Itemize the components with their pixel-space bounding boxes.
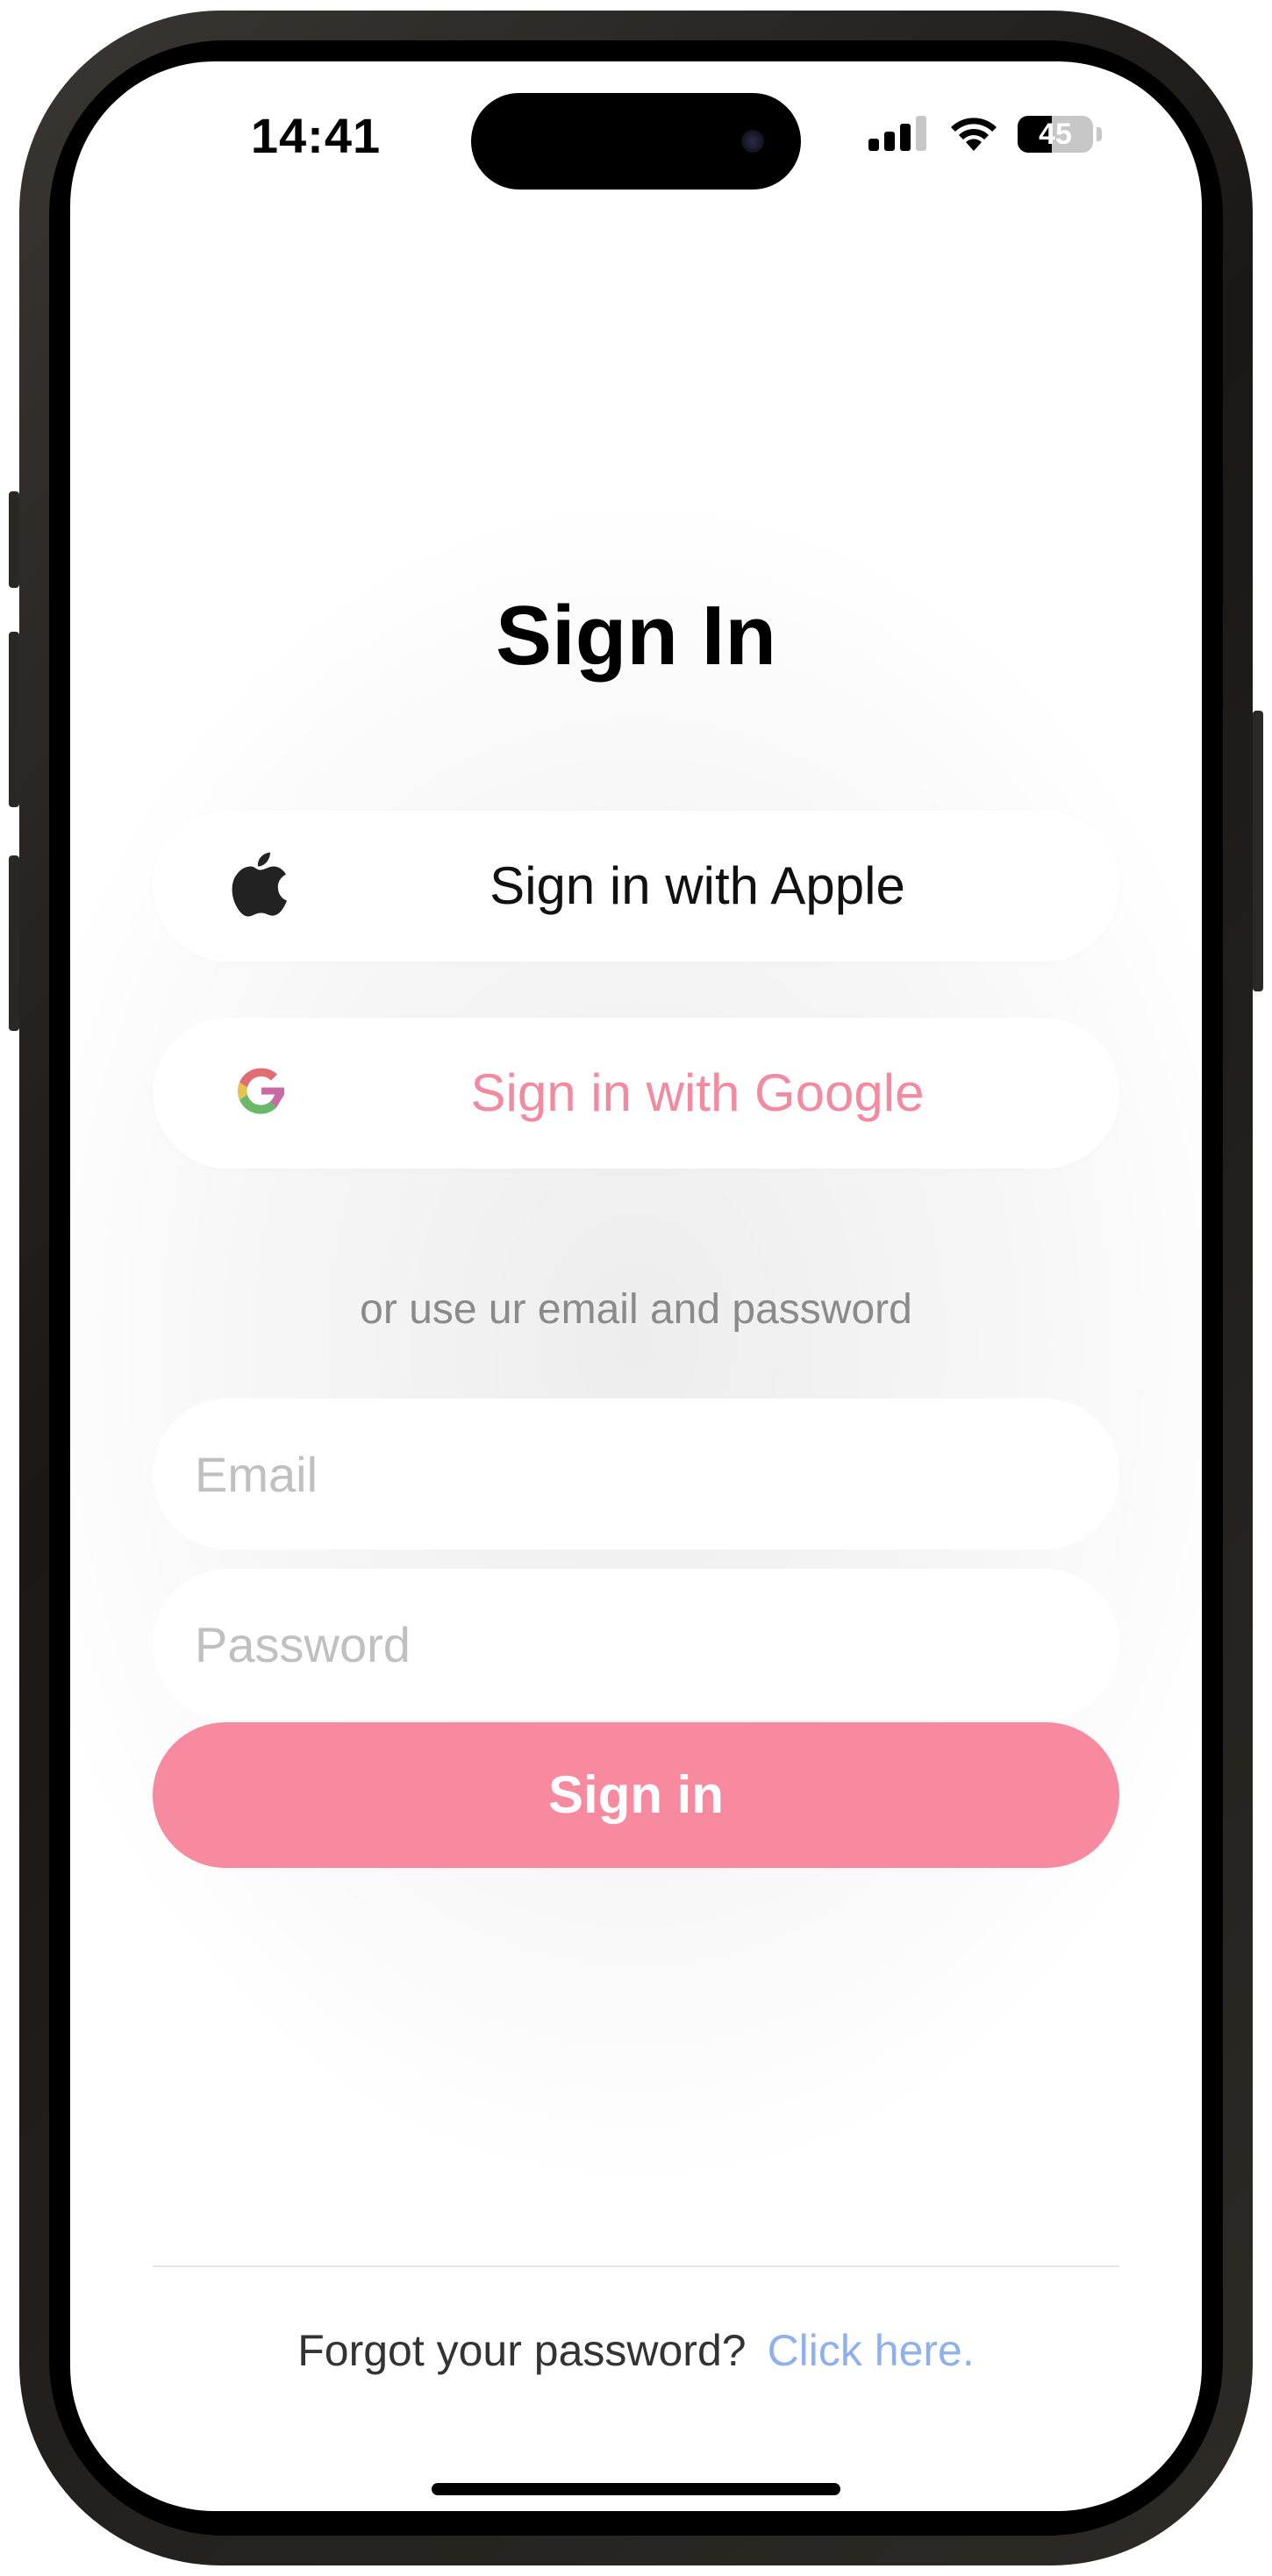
dynamic-island bbox=[471, 93, 801, 190]
status-time: 14:41 bbox=[250, 108, 382, 163]
divider-text: or use ur email and password bbox=[360, 1286, 912, 1333]
apple-sign-in-button[interactable]: Sign in with Apple bbox=[153, 811, 1119, 962]
forgot-password-link[interactable]: Click here. bbox=[768, 2326, 975, 2375]
forgot-password-row: Forgot your password? Click here. bbox=[70, 2325, 1202, 2376]
google-sign-in-button[interactable]: Sign in with Google bbox=[153, 1018, 1119, 1169]
volume-down-button bbox=[9, 855, 19, 1031]
battery-level: 45 bbox=[1039, 118, 1072, 151]
battery-icon: 45 bbox=[1018, 116, 1093, 153]
page-title: Sign In bbox=[496, 589, 776, 683]
google-sign-in-label: Sign in with Google bbox=[470, 1063, 925, 1122]
footer-divider bbox=[153, 2265, 1119, 2267]
google-logo-icon bbox=[232, 1062, 291, 1126]
volume-up-button bbox=[9, 632, 19, 807]
phone-screen: 14:41 45 Sign In Sign in with Apple Sign… bbox=[70, 61, 1202, 2511]
battery-cap bbox=[1097, 127, 1102, 141]
apple-logo-icon bbox=[232, 851, 288, 922]
front-camera-icon bbox=[741, 130, 764, 153]
background-glow bbox=[70, 483, 1202, 2202]
action-button bbox=[9, 491, 19, 588]
forgot-password-text: Forgot your password? bbox=[297, 2326, 747, 2375]
apple-sign-in-label: Sign in with Apple bbox=[490, 856, 905, 915]
cellular-signal-icon bbox=[868, 116, 926, 151]
password-field[interactable] bbox=[153, 1569, 1119, 1720]
power-button bbox=[1253, 711, 1263, 991]
wifi-icon bbox=[951, 118, 997, 151]
sign-in-button[interactable]: Sign in bbox=[153, 1722, 1119, 1868]
email-field[interactable] bbox=[153, 1399, 1119, 1549]
home-indicator[interactable] bbox=[432, 2483, 840, 2495]
